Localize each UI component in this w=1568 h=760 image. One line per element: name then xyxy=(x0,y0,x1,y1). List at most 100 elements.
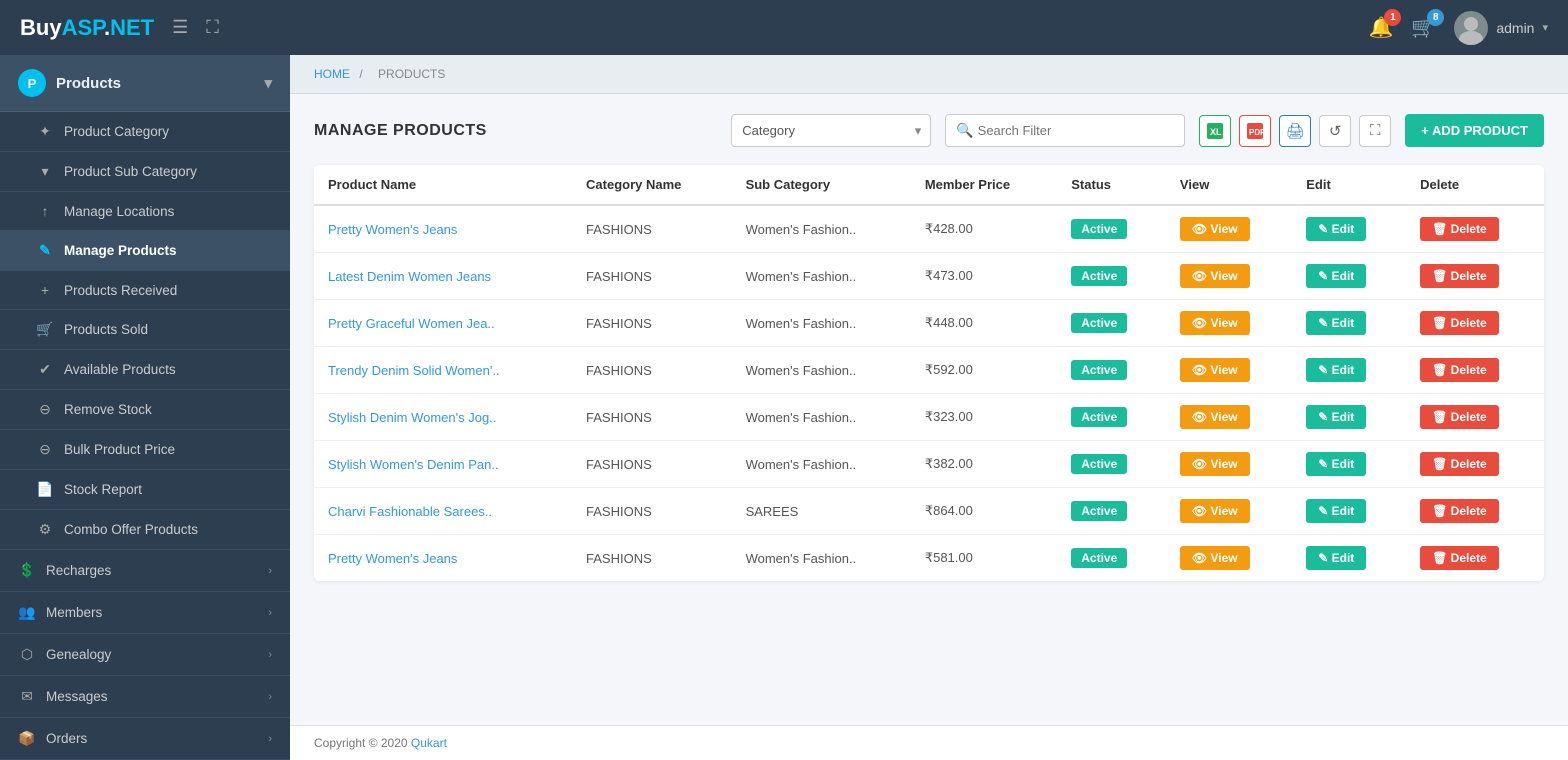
members-chevron-icon: › xyxy=(268,607,272,619)
product-name-link[interactable]: Latest Denim Women Jeans xyxy=(328,269,491,284)
view-button[interactable]: 👁 View xyxy=(1180,311,1250,335)
sidebar-item-products-received[interactable]: + Products Received xyxy=(0,271,290,310)
sidebar-item-products-sold[interactable]: 🛒 Products Sold xyxy=(0,310,290,350)
status-badge: Active xyxy=(1071,360,1127,380)
cell-category-name: FASHIONS xyxy=(572,347,732,394)
cell-status: Active xyxy=(1057,253,1166,300)
cell-status: Active xyxy=(1057,441,1166,488)
notifications-button[interactable]: 🔔 1 xyxy=(1369,15,1394,40)
cell-sub-category: SAREES xyxy=(732,488,911,535)
edit-button[interactable]: ✎ Edit xyxy=(1306,217,1366,241)
delete-button[interactable]: 🗑 Delete xyxy=(1420,217,1499,241)
view-button[interactable]: 👁 View xyxy=(1180,358,1250,382)
cell-view: 👁 View xyxy=(1166,488,1292,535)
add-product-button[interactable]: + ADD PRODUCT xyxy=(1405,114,1544,147)
edit-button[interactable]: ✎ Edit xyxy=(1306,546,1366,570)
genealogy-icon: ⬡ xyxy=(18,646,36,663)
delete-button[interactable]: 🗑 Delete xyxy=(1420,311,1499,335)
delete-button[interactable]: 🗑 Delete xyxy=(1420,546,1499,570)
delete-button[interactable]: 🗑 Delete xyxy=(1420,358,1499,382)
edit-button[interactable]: ✎ Edit xyxy=(1306,405,1366,429)
sidebar-item-recharges[interactable]: 💲 Recharges › xyxy=(0,550,290,592)
sidebar-item-orders[interactable]: 📦 Orders › xyxy=(0,718,290,760)
cart-button[interactable]: 🛒 8 xyxy=(1411,15,1436,40)
sidebar-item-stock-report[interactable]: 📄 Stock Report xyxy=(0,470,290,510)
sidebar-item-combo-offer-products[interactable]: ⚙ Combo Offer Products xyxy=(0,510,290,550)
cell-category-name: FASHIONS xyxy=(572,535,732,582)
delete-button[interactable]: 🗑 Delete xyxy=(1420,499,1499,523)
search-input[interactable] xyxy=(974,115,1175,146)
status-badge: Active xyxy=(1071,266,1127,286)
cell-view: 👁 View xyxy=(1166,441,1292,488)
sidebar-item-bulk-product-price[interactable]: ⊖ Bulk Product Price xyxy=(0,430,290,470)
view-button[interactable]: 👁 View xyxy=(1180,499,1250,523)
table-row: Pretty Women's Jeans FASHIONS Women's Fa… xyxy=(314,535,1544,582)
edit-button[interactable]: ✎ Edit xyxy=(1306,452,1366,476)
cell-view: 👁 View xyxy=(1166,300,1292,347)
hamburger-icon[interactable]: ☰ xyxy=(172,17,188,38)
cell-sub-category: Women's Fashion.. xyxy=(732,205,911,253)
cell-delete: 🗑 Delete xyxy=(1406,394,1544,441)
product-name-link[interactable]: Pretty Graceful Women Jea.. xyxy=(328,316,495,331)
admin-menu[interactable]: admin ▾ xyxy=(1454,11,1548,45)
sidebar-item-messages[interactable]: ✉ Messages › xyxy=(0,676,290,718)
status-badge: Active xyxy=(1071,313,1127,333)
product-category-icon: ✦ xyxy=(36,123,54,140)
edit-button[interactable]: ✎ Edit xyxy=(1306,358,1366,382)
avatar xyxy=(1454,11,1488,45)
search-wrap: 🔍 xyxy=(945,114,1185,147)
cell-delete: 🗑 Delete xyxy=(1406,347,1544,394)
refresh-button[interactable]: ↺ xyxy=(1319,115,1351,147)
product-name-link[interactable]: Pretty Women's Jeans xyxy=(328,551,457,566)
export-pdf-button[interactable]: PDF xyxy=(1239,115,1271,147)
sidebar-item-genealogy[interactable]: ⬡ Genealogy › xyxy=(0,634,290,676)
delete-button[interactable]: 🗑 Delete xyxy=(1420,264,1499,288)
cell-product-name: Pretty Graceful Women Jea.. xyxy=(314,300,572,347)
recharges-icon: 💲 xyxy=(18,562,36,579)
sidebar-item-product-category[interactable]: ✦ Product Category xyxy=(0,112,290,152)
content-inner: MANAGE PRODUCTS Category 🔍 XL PDF xyxy=(290,94,1568,725)
cell-delete: 🗑 Delete xyxy=(1406,253,1544,300)
edit-button[interactable]: ✎ Edit xyxy=(1306,264,1366,288)
cell-view: 👁 View xyxy=(1166,347,1292,394)
product-name-link[interactable]: Charvi Fashionable Sarees.. xyxy=(328,504,492,519)
edit-button[interactable]: ✎ Edit xyxy=(1306,311,1366,335)
products-received-icon: + xyxy=(36,282,54,298)
product-name-link[interactable]: Trendy Denim Solid Women'.. xyxy=(328,363,500,378)
cell-member-price: ₹382.00 xyxy=(911,441,1057,488)
col-delete: Delete xyxy=(1406,165,1544,205)
cell-sub-category: Women's Fashion.. xyxy=(732,535,911,582)
product-name-link[interactable]: Stylish Denim Women's Jog.. xyxy=(328,410,496,425)
edit-button[interactable]: ✎ Edit xyxy=(1306,499,1366,523)
view-button[interactable]: 👁 View xyxy=(1180,452,1250,476)
col-category-name: Category Name xyxy=(572,165,732,205)
footer-brand-link[interactable]: Qukart xyxy=(411,736,447,750)
sidebar-item-product-sub-category[interactable]: ▾ Product Sub Category xyxy=(0,152,290,192)
product-name-link[interactable]: Pretty Women's Jeans xyxy=(328,222,457,237)
cell-product-name: Charvi Fashionable Sarees.. xyxy=(314,488,572,535)
view-button[interactable]: 👁 View xyxy=(1180,546,1250,570)
navbar-left: BuyASP.NET ☰ ⛶ xyxy=(20,15,219,41)
cell-product-name: Stylish Denim Women's Jog.. xyxy=(314,394,572,441)
sidebar-item-manage-locations[interactable]: ↑ Manage Locations xyxy=(0,192,290,231)
view-button[interactable]: 👁 View xyxy=(1180,217,1250,241)
sidebar-item-label: Available Products xyxy=(64,362,176,377)
breadcrumb-home[interactable]: HOME xyxy=(314,67,350,81)
product-name-link[interactable]: Stylish Women's Denim Pan.. xyxy=(328,457,499,472)
delete-button[interactable]: 🗑 Delete xyxy=(1420,452,1499,476)
expand-icon[interactable]: ⛶ xyxy=(206,17,219,38)
export-excel-button[interactable]: XL xyxy=(1199,115,1231,147)
fullscreen-button[interactable]: ⛶ xyxy=(1359,115,1391,147)
col-sub-category: Sub Category xyxy=(732,165,911,205)
view-button[interactable]: 👁 View xyxy=(1180,405,1250,429)
delete-button[interactable]: 🗑 Delete xyxy=(1420,405,1499,429)
sidebar-item-members[interactable]: 👥 Members › xyxy=(0,592,290,634)
sidebar-item-available-products[interactable]: ✔ Available Products xyxy=(0,350,290,390)
sidebar-item-remove-stock[interactable]: ⊖ Remove Stock xyxy=(0,390,290,430)
print-button[interactable]: 🖨 xyxy=(1279,115,1311,147)
view-button[interactable]: 👁 View xyxy=(1180,264,1250,288)
sidebar-item-manage-products[interactable]: ✎ Manage Products xyxy=(0,231,290,271)
category-select[interactable]: Category xyxy=(731,114,931,147)
sidebar-products-header[interactable]: P Products ▾ xyxy=(0,55,290,112)
bulk-product-price-icon: ⊖ xyxy=(36,441,54,458)
